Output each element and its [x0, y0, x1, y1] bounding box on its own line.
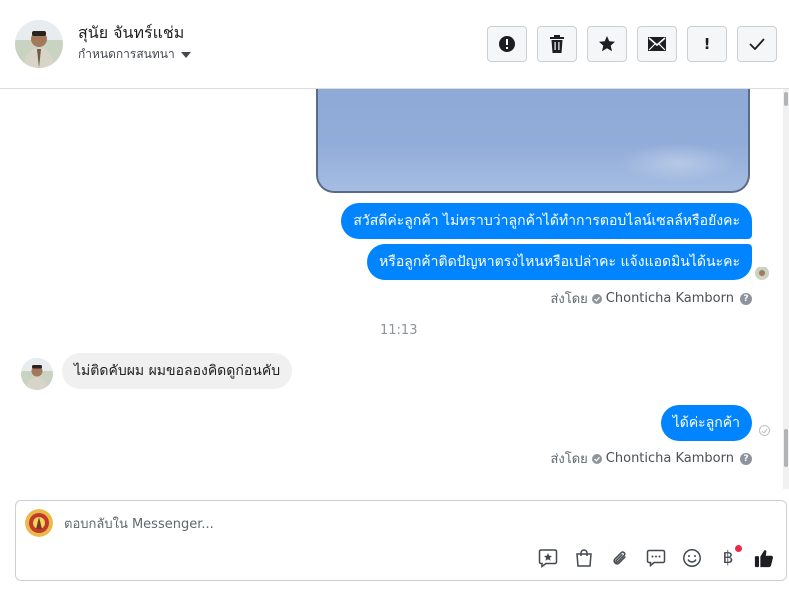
attach-file-button[interactable]: [610, 548, 630, 568]
baht-icon: ฿: [722, 548, 734, 568]
sent-by-info: ส่งโดย Chonticha Kamborn ?: [550, 288, 752, 309]
message-timestamp: 11:13: [380, 323, 418, 338]
mark-done-button[interactable]: [737, 26, 777, 62]
contact-name[interactable]: สุนัย จันทร์แช่ม: [78, 21, 184, 46]
image-attachment[interactable]: [316, 89, 750, 193]
sender-name[interactable]: Chonticha Kamborn: [606, 451, 734, 466]
sender-name[interactable]: Chonticha Kamborn: [606, 291, 734, 306]
reply-input[interactable]: [64, 514, 564, 534]
scrollbar-top-thumb[interactable]: [784, 92, 788, 106]
sent-by-info: ส่งโดย Chonticha Kamborn ?: [550, 448, 752, 469]
reply-composer: ฿: [15, 500, 787, 581]
header-actions: !: [487, 26, 777, 62]
notification-dot: [735, 545, 742, 552]
checkmark-icon: [749, 38, 765, 50]
outgoing-message[interactable]: หรือลูกค้าติดปัญหาตรงไหนหรือเปล่าคะ แจ้ง…: [367, 244, 752, 280]
check-badge-icon: [591, 453, 602, 464]
seen-avatar: [755, 266, 769, 280]
composer-tools: ฿: [538, 545, 774, 568]
sent-status-icon: [759, 425, 770, 436]
incoming-message[interactable]: ไม่ติดคับผม ผมขอลองคิดดูก่อนคับ: [62, 353, 293, 389]
conversation-header: สุนัย จันทร์แช่ม กำหนดการสนทนา !: [0, 0, 789, 89]
send-like-button[interactable]: [754, 548, 774, 568]
star-badge-icon: [538, 549, 558, 568]
payment-button[interactable]: ฿: [718, 545, 742, 568]
shop-button[interactable]: [574, 548, 594, 568]
message-thread[interactable]: สวัสดีค่ะลูกค้า ไม่ทราบว่าลูกค้าได้ทำการ…: [0, 89, 783, 489]
thumbs-up-icon: [754, 550, 773, 568]
help-icon[interactable]: ?: [740, 292, 752, 305]
shopping-bag-icon: [576, 549, 592, 567]
exclamation-icon: !: [703, 35, 711, 53]
saved-replies-button[interactable]: [538, 548, 558, 568]
alert-circle-icon: [499, 36, 515, 52]
speech-bubble-icon: [646, 549, 666, 568]
scrollbar-thumb[interactable]: [784, 429, 788, 467]
mark-spam-button[interactable]: [487, 26, 527, 62]
emoji-button[interactable]: [682, 548, 702, 568]
sent-by-label: ส่งโดย: [550, 452, 588, 467]
contact-avatar[interactable]: [15, 20, 63, 68]
star-icon: [599, 36, 615, 52]
paperclip-icon: [613, 551, 626, 565]
help-icon[interactable]: ?: [740, 452, 752, 465]
delete-button[interactable]: [537, 26, 577, 62]
follow-up-button[interactable]: !: [687, 26, 727, 62]
smiley-icon: [683, 549, 701, 567]
check-badge-icon: [591, 293, 602, 304]
outgoing-message[interactable]: สวัสดีค่ะลูกค้า ไม่ทราบว่าลูกค้าได้ทำการ…: [341, 203, 752, 239]
mark-unread-button[interactable]: [637, 26, 677, 62]
page-avatar: [25, 509, 53, 537]
quick-replies-button[interactable]: [646, 548, 666, 568]
trash-icon: [550, 35, 564, 53]
sent-by-label: ส่งโดย: [550, 292, 588, 307]
conversation-settings-label: กำหนดการสนทนา: [78, 47, 175, 61]
conversation-settings-dropdown[interactable]: กำหนดการสนทนา: [78, 45, 191, 64]
contact-avatar-small[interactable]: [21, 358, 53, 390]
outgoing-message[interactable]: ได้ค่ะลูกค้า: [660, 405, 752, 441]
envelope-icon: [648, 37, 666, 51]
caret-down-icon: [180, 52, 191, 58]
thread-scrollbar[interactable]: [783, 89, 789, 489]
star-button[interactable]: [587, 26, 627, 62]
